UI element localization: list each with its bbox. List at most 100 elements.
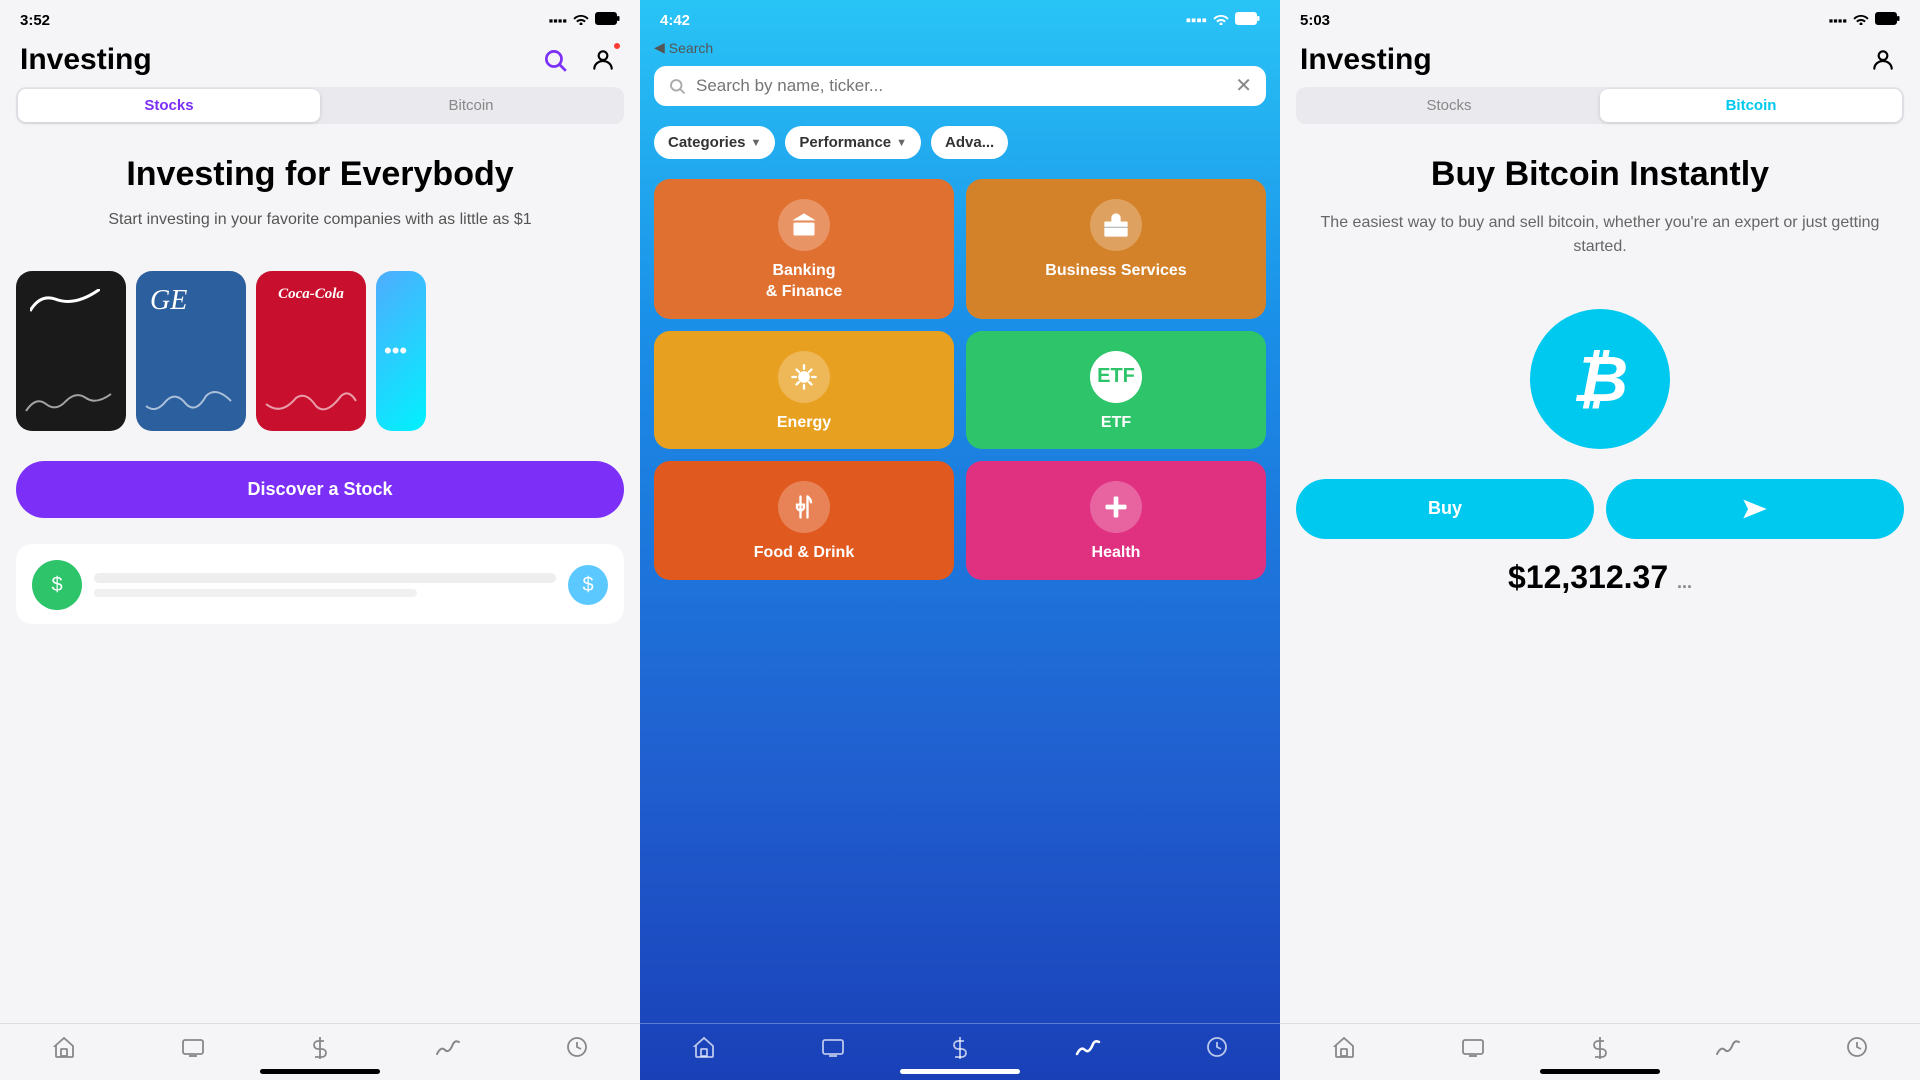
coke-logo: Coca-Cola bbox=[278, 286, 344, 302]
banking-icon bbox=[790, 211, 818, 239]
food-label: Food & Drink bbox=[754, 543, 854, 564]
bottom-nav-1 bbox=[0, 1023, 640, 1080]
categories-grid: Banking& Finance Business Services Ener bbox=[640, 169, 1280, 590]
back-row-2: ◀ Search bbox=[640, 35, 1280, 56]
battery-icon-2 bbox=[1235, 12, 1260, 29]
food-icon-wrap bbox=[778, 481, 830, 533]
wifi-icon-1 bbox=[573, 12, 589, 29]
signal-icon-1: ▪▪▪▪ bbox=[549, 13, 567, 28]
back-chevron-2: ◀ bbox=[654, 39, 665, 56]
status-bar-3: 5:03 ▪▪▪▪ bbox=[1280, 0, 1920, 35]
etf-label-circle: ETF bbox=[1090, 351, 1142, 403]
close-button-2[interactable]: ✕ bbox=[1235, 76, 1252, 96]
price-suffix: ... bbox=[1677, 572, 1692, 592]
back-button-2[interactable]: ◀ Search bbox=[654, 39, 1266, 56]
home-indicator-3 bbox=[1540, 1069, 1660, 1074]
time-3: 5:03 bbox=[1300, 12, 1330, 29]
nav-chart-1[interactable] bbox=[435, 1036, 461, 1060]
send-bitcoin-button[interactable] bbox=[1606, 479, 1904, 539]
home-indicator-2 bbox=[900, 1069, 1020, 1074]
status-icons-2: ▪▪▪▪ bbox=[1186, 12, 1260, 29]
filter-pills-row: Categories ▼ Performance ▼ Adva... bbox=[640, 116, 1280, 169]
wifi-icon-3 bbox=[1853, 12, 1869, 29]
filter-performance-label: Performance bbox=[799, 134, 891, 151]
hero-title-1: Investing for Everybody bbox=[20, 154, 620, 195]
filter-performance[interactable]: Performance ▼ bbox=[785, 126, 921, 159]
nav-dollar-2[interactable] bbox=[949, 1036, 971, 1060]
stock-card-ge[interactable]: GE bbox=[136, 271, 246, 431]
app-title-3: Investing bbox=[1300, 43, 1432, 77]
phone-panel-3: 5:03 ▪▪▪▪ Investing bbox=[1280, 0, 1920, 1080]
app-title-1: Investing bbox=[20, 43, 152, 77]
hero-section-1: Investing for Everybody Start investing … bbox=[0, 124, 640, 251]
business-icon-wrap bbox=[1090, 199, 1142, 251]
bottom-card-1: $ $ bbox=[16, 544, 624, 624]
nav-clock-2[interactable] bbox=[1206, 1036, 1228, 1060]
nav-clock-3[interactable] bbox=[1846, 1036, 1868, 1060]
energy-icon-wrap bbox=[778, 351, 830, 403]
nav-tv-3[interactable] bbox=[1461, 1036, 1485, 1060]
energy-icon bbox=[790, 363, 818, 391]
food-icon bbox=[790, 493, 818, 521]
tab-bitcoin-1[interactable]: Bitcoin bbox=[320, 89, 622, 122]
home-indicator-1 bbox=[260, 1069, 380, 1074]
search-button-1[interactable] bbox=[538, 43, 572, 77]
phone-panel-1: 3:52 ▪▪▪▪ Investing bbox=[0, 0, 640, 1080]
category-card-business[interactable]: Business Services bbox=[966, 179, 1266, 319]
chevron-categories: ▼ bbox=[751, 137, 762, 149]
ge-logo: GE bbox=[150, 285, 187, 316]
discover-stock-button[interactable]: Discover a Stock bbox=[16, 461, 624, 518]
nav-chart-2[interactable] bbox=[1075, 1036, 1101, 1060]
top-icons-1 bbox=[538, 43, 620, 77]
filter-advanced-label: Adva... bbox=[945, 134, 994, 151]
profile-button-1[interactable] bbox=[586, 43, 620, 77]
banking-icon-wrap bbox=[778, 199, 830, 251]
category-card-health[interactable]: Health bbox=[966, 461, 1266, 580]
time-1: 3:52 bbox=[20, 12, 50, 29]
tabs-row-1: Stocks Bitcoin bbox=[16, 87, 624, 124]
bitcoin-symbol: ₿ bbox=[1572, 342, 1628, 416]
category-card-energy[interactable]: Energy bbox=[654, 331, 954, 450]
category-card-food[interactable]: Food & Drink bbox=[654, 461, 954, 580]
nav-tv-1[interactable] bbox=[181, 1036, 205, 1060]
energy-label: Energy bbox=[777, 413, 831, 434]
category-card-etf[interactable]: ETF ETF bbox=[966, 331, 1266, 450]
bitcoin-icon-wrap: ₿ bbox=[1280, 309, 1920, 449]
nav-clock-1[interactable] bbox=[566, 1036, 588, 1060]
bitcoin-title: Buy Bitcoin Instantly bbox=[1304, 154, 1896, 195]
battery-icon-3 bbox=[1875, 12, 1900, 29]
search-bar-2[interactable]: ✕ bbox=[654, 66, 1266, 106]
filter-advanced[interactable]: Adva... bbox=[931, 126, 1008, 159]
signal-icon-2: ▪▪▪▪ bbox=[1186, 12, 1207, 29]
nav-dollar-3[interactable] bbox=[1589, 1036, 1611, 1060]
buy-bitcoin-button[interactable]: Buy bbox=[1296, 479, 1594, 539]
filter-categories[interactable]: Categories ▼ bbox=[654, 126, 775, 159]
nav-home-3[interactable] bbox=[1332, 1036, 1356, 1060]
nav-home-2[interactable] bbox=[692, 1036, 716, 1060]
wifi-icon-2 bbox=[1213, 12, 1229, 29]
nav-tv-2[interactable] bbox=[821, 1036, 845, 1060]
stock-cards-row: GE Coca-Cola ••• bbox=[0, 251, 640, 451]
bottom-nav-2 bbox=[640, 1023, 1280, 1080]
tab-stocks-3[interactable]: Stocks bbox=[1298, 89, 1600, 122]
search-icon-2 bbox=[668, 77, 686, 95]
tab-bitcoin-3[interactable]: Bitcoin bbox=[1600, 89, 1902, 122]
bitcoin-hero: Buy Bitcoin Instantly The easiest way to… bbox=[1280, 124, 1920, 279]
tabs-row-3: Stocks Bitcoin bbox=[1296, 87, 1904, 124]
tab-stocks-1[interactable]: Stocks bbox=[18, 89, 320, 122]
stock-card-partial[interactable]: ••• bbox=[376, 271, 426, 431]
buy-send-row: Buy bbox=[1280, 479, 1920, 539]
phone-panel-2: 4:42 ▪▪▪▪ ◀ Search bbox=[640, 0, 1280, 1080]
stock-card-coke[interactable]: Coca-Cola bbox=[256, 271, 366, 431]
nav-home-1[interactable] bbox=[52, 1036, 76, 1060]
chevron-performance: ▼ bbox=[896, 137, 907, 149]
nav-chart-3[interactable] bbox=[1715, 1036, 1741, 1060]
search-input-2[interactable] bbox=[696, 76, 1225, 96]
stock-card-nike[interactable] bbox=[16, 271, 126, 431]
status-icons-1: ▪▪▪▪ bbox=[549, 12, 620, 29]
hero-subtitle-1: Start investing in your favorite compani… bbox=[20, 209, 620, 231]
health-icon bbox=[1102, 493, 1130, 521]
profile-button-3[interactable] bbox=[1866, 43, 1900, 77]
category-card-banking[interactable]: Banking& Finance bbox=[654, 179, 954, 319]
nav-dollar-1[interactable] bbox=[309, 1036, 331, 1060]
